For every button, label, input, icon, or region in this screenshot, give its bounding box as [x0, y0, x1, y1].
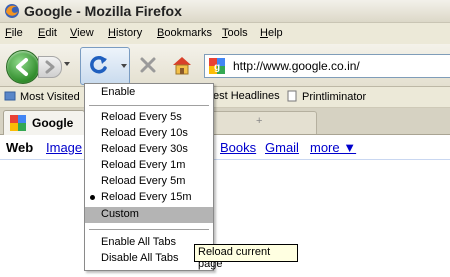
menu-item-label: Reload Every 5m — [101, 175, 186, 187]
menu-bookmarks[interactable]: Bookmarks — [157, 27, 212, 39]
menu-separator — [89, 105, 209, 106]
menu-item-label: Reload Every 10s — [101, 127, 188, 139]
reload-dropdown-arrow-icon[interactable] — [121, 64, 127, 68]
menu-item-label: Reload Every 5s — [101, 111, 182, 123]
menu-item-custom[interactable]: Custom — [85, 207, 213, 223]
bookmark-label: Printliminator — [302, 91, 367, 103]
radio-selected-icon — [90, 195, 95, 200]
menu-item-label: Custom — [101, 208, 139, 220]
google-favicon-icon: g — [209, 58, 225, 74]
menu-tools[interactable]: Tools — [222, 27, 248, 39]
menu-help[interactable]: Help — [260, 27, 283, 39]
title-bar: Google - Mozilla Firefox — [0, 0, 450, 23]
svg-text:g: g — [214, 62, 220, 73]
menu-item-label: Reload Every 15m — [101, 191, 192, 203]
google-favicon-icon — [10, 115, 26, 131]
menu-bar: File Edit View History Bookmarks Tools H… — [0, 23, 450, 43]
firefox-logo-icon — [5, 4, 19, 18]
menu-item-reload-15m[interactable]: Reload Every 15m — [85, 190, 213, 206]
menu-item-label: Enable — [101, 86, 136, 98]
bookmark-most-visited[interactable]: Most Visited — [4, 90, 80, 103]
tab-google[interactable]: Google — [3, 110, 85, 135]
history-dropdown-arrow-icon[interactable] — [64, 62, 70, 66]
menu-item-reload-5s[interactable]: Reload Every 5s — [85, 110, 213, 126]
back-button[interactable] — [6, 50, 40, 84]
menu-item-reload-10s[interactable]: Reload Every 10s — [85, 126, 213, 142]
google-nav-books[interactable]: Books — [220, 140, 256, 155]
google-nav-divider — [0, 159, 450, 160]
menu-separator — [89, 229, 209, 230]
menu-item-enable[interactable]: Enable — [85, 85, 213, 101]
menu-item-label: Reload Every 30s — [101, 143, 188, 155]
menu-item-label: Enable All Tabs — [101, 236, 177, 248]
menu-edit[interactable]: Edit — [38, 27, 57, 39]
menu-history[interactable]: History — [108, 27, 142, 39]
reload-every-menu: Enable Reload Every 5s Reload Every 10s … — [84, 83, 214, 271]
bookmark-label: Most Visited — [20, 91, 80, 103]
bookmark-printliminator[interactable]: Printliminator — [286, 90, 366, 103]
google-nav-images[interactable]: Images — [46, 140, 82, 155]
menu-item-label: Disable All Tabs — [101, 252, 179, 264]
menu-view[interactable]: View — [70, 27, 94, 39]
menu-item-label: Reload Every 1m — [101, 159, 186, 171]
forward-button[interactable] — [38, 56, 62, 78]
forward-arrow-icon — [45, 60, 55, 74]
reload-icon — [90, 55, 107, 74]
bookmarks-toolbar: Most Visited est Headlines Printliminato… — [0, 87, 450, 108]
folder-icon — [4, 91, 16, 101]
menu-file[interactable]: File — [5, 27, 23, 39]
menu-item-reload-1m[interactable]: Reload Every 1m — [85, 158, 213, 174]
bookmark-latest-headlines[interactable]: est Headlines — [213, 90, 280, 102]
page-icon — [287, 90, 297, 102]
address-bar[interactable]: g http://www.google.co.in/ — [204, 54, 450, 78]
new-tab-button[interactable]: + — [256, 115, 262, 127]
bookmark-label: est Headlines — [213, 90, 280, 102]
window-title: Google - Mozilla Firefox — [24, 3, 182, 19]
tab-label: Google — [32, 116, 74, 130]
google-nav-more[interactable]: more ▼ — [310, 140, 356, 155]
tooltip-text: Reload current page — [198, 246, 271, 270]
url-text[interactable]: http://www.google.co.in/ — [233, 59, 360, 73]
menu-item-reload-5m[interactable]: Reload Every 5m — [85, 174, 213, 190]
menu-item-reload-30s[interactable]: Reload Every 30s — [85, 142, 213, 158]
home-icon[interactable] — [170, 53, 194, 77]
google-nav-gmail[interactable]: Gmail — [265, 140, 299, 155]
stop-icon[interactable] — [136, 53, 160, 77]
google-nav-web[interactable]: Web — [6, 140, 33, 155]
reload-tooltip: Reload current page — [194, 244, 298, 270]
back-arrow-icon — [16, 58, 28, 76]
